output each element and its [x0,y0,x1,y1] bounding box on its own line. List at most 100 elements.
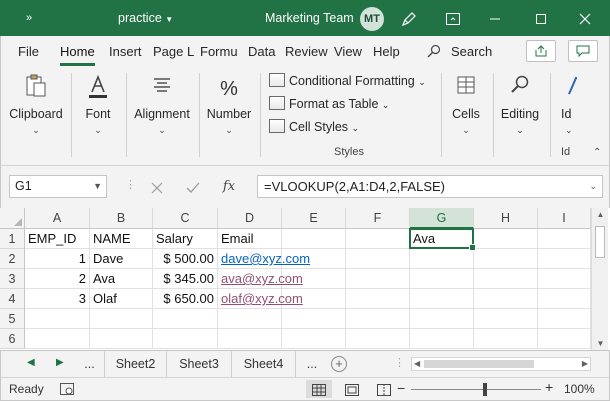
worksheet-grid[interactable]: ABCDEFGHI 123456 EMP_ID NAME Salary Email Av… [0,208,610,350]
cell-c3[interactable]: $ 345.00 [153,269,218,289]
zoom-slider-thumb[interactable] [483,383,487,396]
page-break-view-icon[interactable] [371,380,397,398]
zoom-level[interactable]: 100% [564,382,595,396]
tab-formulas[interactable]: Formu [200,44,238,59]
column-header-d[interactable]: D [218,208,282,229]
insert-function-button[interactable]: fx [217,175,241,198]
ribbon-display-icon[interactable] [430,0,476,36]
cell-b2[interactable]: Dave [90,249,153,269]
cell-h6[interactable] [474,329,538,349]
cell-f5[interactable] [346,309,410,329]
cell-e6[interactable] [282,329,346,349]
macro-recording-icon[interactable] [59,381,75,400]
cell-c4[interactable]: $ 650.00 [153,289,218,309]
cell-i1[interactable] [538,229,591,249]
cell-e1[interactable] [282,229,346,249]
row-header-2[interactable]: 2 [0,249,25,269]
scroll-down-icon[interactable]: ▼ [592,339,609,348]
cell-a2[interactable]: 1 [25,249,90,269]
cell-d3[interactable]: ava@xyz.com [218,269,303,289]
zoom-in-button[interactable]: + [545,379,553,395]
cell-h3[interactable] [474,269,538,289]
column-header-f[interactable]: F [346,208,410,229]
cell-e5[interactable] [282,309,346,329]
cell-a6[interactable] [25,329,90,349]
column-header-a[interactable]: A [25,208,90,229]
cell-g3[interactable] [410,269,474,289]
column-header-g[interactable]: G [410,208,474,229]
column-header-e[interactable]: E [282,208,346,229]
comments-button[interactable] [568,40,598,62]
scroll-thumb[interactable] [424,360,534,368]
formula-input[interactable]: =VLOOKUP(2,A1:D4,2,FALSE) ⌄ [257,175,603,198]
enter-icon[interactable] [181,175,205,198]
chevron-down-icon[interactable]: ⌄ [589,176,597,197]
name-box[interactable]: G1 ▼ [9,175,107,198]
next-sheet-icon[interactable]: ▶ [56,357,64,368]
cell-a3[interactable]: 2 [25,269,90,289]
cell-f4[interactable] [346,289,410,309]
column-header-c[interactable]: C [153,208,218,229]
cell-b3[interactable]: Ava [90,269,153,289]
row-header-4[interactable]: 4 [0,289,25,309]
more-sheets-left[interactable]: ... [75,351,105,377]
zoom-slider[interactable] [411,383,541,396]
scroll-thumb[interactable] [595,226,605,258]
font-group[interactable]: Font ⌄ [73,67,123,166]
cell-f2[interactable] [346,249,410,269]
select-all-button[interactable] [0,208,25,229]
cell-f1[interactable] [346,229,410,249]
page-layout-view-icon[interactable] [339,380,365,398]
cell-b5[interactable] [90,309,153,329]
cell-g1[interactable]: Ava [410,229,474,249]
chevron-down-icon[interactable]: ▼ [93,176,102,197]
cell-h1[interactable] [474,229,538,249]
cell-i5[interactable] [538,309,591,329]
cell-g5[interactable] [410,309,474,329]
share-button[interactable] [526,40,556,62]
cell-i2[interactable] [538,249,591,269]
cell-c1[interactable]: Salary [153,229,218,249]
tab-view[interactable]: View [334,44,362,59]
cell-h5[interactable] [474,309,538,329]
row-header-6[interactable]: 6 [0,329,25,349]
cell-c5[interactable] [153,309,218,329]
collapse-ribbon-icon[interactable]: ⌃ [593,147,601,158]
scroll-left-icon[interactable]: ◀ [414,358,420,370]
cells-group[interactable]: Cells ⌄ [444,67,488,166]
column-header-b[interactable]: B [90,208,153,229]
more-sheets-right[interactable]: ... [296,351,328,377]
cell-b6[interactable] [90,329,153,349]
drag-handle[interactable]: ⋮ [125,178,136,191]
tab-file[interactable]: File [18,44,39,59]
column-header-i[interactable]: I [538,208,591,229]
row-header-5[interactable]: 5 [0,309,25,329]
pen-icon[interactable] [386,0,432,36]
vertical-scrollbar[interactable]: ▲ ▼ [591,208,608,350]
cell-styles-button[interactable]: Cell Styles ⌄ [269,117,359,137]
cell-i3[interactable] [538,269,591,289]
cancel-icon[interactable] [145,175,169,198]
cell-c2[interactable]: $ 500.00 [153,249,218,269]
cell-f6[interactable] [346,329,410,349]
scroll-up-icon[interactable]: ▲ [592,210,609,219]
row-header-3[interactable]: 3 [0,269,25,289]
cell-d4[interactable]: olaf@xyz.com [218,289,303,309]
cell-h4[interactable] [474,289,538,309]
cell-a1[interactable]: EMP_ID [25,229,90,249]
format-as-table-button[interactable]: Format as Table ⌄ [269,94,389,114]
alignment-group[interactable]: Alignment ⌄ [129,67,195,166]
cell-g2[interactable] [410,249,474,269]
cell-a5[interactable] [25,309,90,329]
cell-i4[interactable] [538,289,591,309]
cell-a4[interactable]: 3 [25,289,90,309]
document-title[interactable]: practice ▼ [118,0,173,36]
tab-help[interactable]: Help [373,44,400,59]
cell-d5[interactable] [218,309,282,329]
cell-g6[interactable] [410,329,474,349]
add-sheet-button[interactable]: + [331,356,347,372]
search-box[interactable]: Search [427,44,492,59]
maximize-icon[interactable] [518,0,564,36]
sheet-tab-sheet2[interactable]: Sheet2 [105,351,167,377]
cell-d1[interactable]: Email [218,229,282,249]
